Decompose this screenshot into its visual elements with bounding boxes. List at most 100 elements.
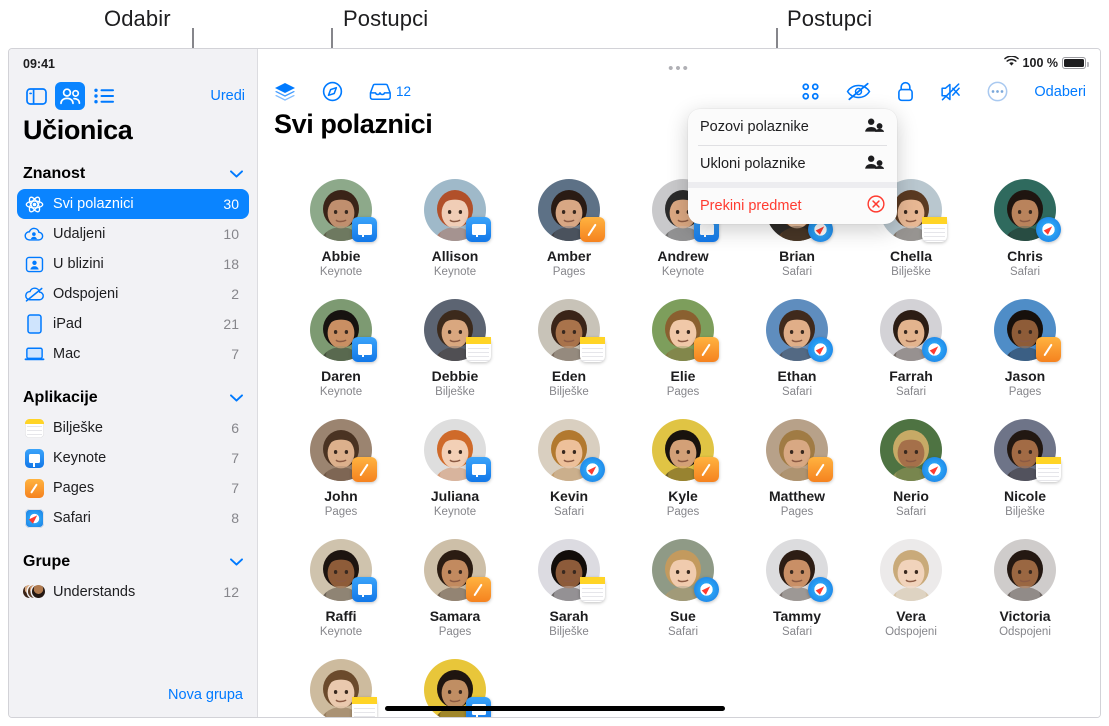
menu-item-pozovi-polaznike[interactable]: Pozovi polaznike — [688, 109, 897, 145]
sidebar-item-svi-polaznici[interactable]: Svi polaznici 30 — [17, 189, 249, 219]
student-card[interactable]: Raffi Keynote — [284, 539, 398, 659]
list-icon[interactable] — [89, 82, 119, 110]
student-card[interactable]: Kevin Safari — [512, 419, 626, 539]
sidebar-section-header-grupe[interactable]: Grupe — [9, 547, 257, 577]
notes-app-icon — [580, 577, 605, 602]
sidebar-item-label: U blizini — [53, 256, 104, 272]
sidebar-item-safari[interactable]: Safari 8 — [17, 503, 249, 533]
student-app-status: Safari — [781, 386, 813, 398]
sidebar-item-understands[interactable]: Understands 12 — [17, 577, 249, 607]
sidebar-item-udaljeni[interactable]: Udaljeni 10 — [17, 219, 249, 249]
avatar-wrap — [880, 539, 942, 601]
inbox-icon[interactable]: 12 — [369, 83, 411, 101]
navigate-icon[interactable] — [322, 81, 343, 102]
student-card[interactable]: Chris Safari — [968, 179, 1082, 299]
student-app-status: Pages — [1008, 386, 1042, 398]
avatar-wrap — [994, 539, 1056, 601]
new-group-button[interactable]: Nova grupa — [168, 687, 243, 703]
student-name: John — [324, 488, 358, 504]
student-card[interactable]: Nicole Bilješke — [968, 419, 1082, 539]
sidebar-item-pages[interactable]: Pages 7 — [17, 473, 249, 503]
select-button[interactable]: Odaberi — [1034, 84, 1086, 100]
avatar-wrap — [424, 299, 491, 362]
sidebar-item-odspojeni[interactable]: Odspojeni 2 — [17, 279, 249, 309]
avatar-wrap — [424, 419, 491, 482]
sidebar-item-ipad[interactable]: iPad 21 — [17, 309, 249, 339]
student-card[interactable]: Victoria Odspojeni — [968, 539, 1082, 659]
student-name: Chella — [889, 248, 932, 264]
student-card[interactable]: Nerio Safari — [854, 419, 968, 539]
menu-item-ukloni-polaznike[interactable]: Ukloni polaznike — [688, 146, 897, 182]
student-app-status: Odspojeni — [885, 626, 937, 638]
student-card[interactable]: Abbie Keynote — [284, 179, 398, 299]
student-card[interactable]: Sue Safari — [626, 539, 740, 659]
student-card[interactable]: Ethan Safari — [740, 299, 854, 419]
avatar-wrap — [652, 299, 719, 362]
mute-icon[interactable] — [940, 82, 961, 102]
people-icon[interactable] — [55, 82, 85, 110]
nearby-icon — [23, 253, 45, 275]
sidebar-item-count: 7 — [231, 480, 239, 496]
student-name: Allison — [431, 248, 479, 264]
notes-app-icon — [922, 217, 947, 242]
student-card[interactable] — [284, 659, 398, 717]
chevron-down-icon[interactable] — [230, 165, 243, 183]
student-app-status: Keynote — [433, 266, 477, 278]
sidebar-item-mac[interactable]: Mac 7 — [17, 339, 249, 369]
pages-app-icon — [694, 457, 719, 482]
menu-item-prekini-predmet[interactable]: Prekini predmet — [688, 188, 897, 224]
layers-icon[interactable] — [274, 82, 296, 102]
grabber-dots-icon[interactable]: ••• — [668, 61, 690, 76]
section-title: Znanost — [23, 165, 86, 182]
sidebar-item-count: 6 — [231, 420, 239, 436]
avatar-wrap — [310, 539, 377, 602]
student-card[interactable]: Eden Bilješke — [512, 299, 626, 419]
menu-item-label: Ukloni polaznike — [700, 156, 806, 172]
student-app-status: Pages — [324, 506, 358, 518]
sidebar-section-header-aplikacije[interactable]: Aplikacije — [9, 383, 257, 413]
chevron-down-icon[interactable] — [230, 553, 243, 571]
student-card[interactable]: Daren Keynote — [284, 299, 398, 419]
student-card[interactable]: John Pages — [284, 419, 398, 539]
student-app-status: Pages — [666, 506, 700, 518]
sidebar-item-label: Odspojeni — [53, 286, 119, 302]
student-card[interactable]: Amber Pages — [512, 179, 626, 299]
student-card[interactable]: Elie Pages — [626, 299, 740, 419]
cloud-slash-icon — [23, 283, 45, 305]
student-app-status: Bilješke — [891, 266, 931, 278]
sidebar-item-keynote[interactable]: Keynote 7 — [17, 443, 249, 473]
student-app-status: Keynote — [433, 506, 477, 518]
student-name: Ethan — [777, 368, 817, 384]
student-card[interactable]: Allison Keynote — [398, 179, 512, 299]
student-app-status: Bilješke — [549, 626, 589, 638]
student-app-status: Bilješke — [1005, 506, 1045, 518]
student-card[interactable]: Vera Odspojeni — [854, 539, 968, 659]
edit-button[interactable]: Uredi — [210, 88, 245, 104]
student-name: Daren — [321, 368, 361, 384]
ipad-screen: 09:41 Uredi Učionica Znanost Svi polazni… — [8, 48, 1101, 718]
lock-icon[interactable] — [897, 81, 914, 102]
sidebar-item-biljeske[interactable]: Bilješke 6 — [17, 413, 249, 443]
student-card[interactable]: Debbie Bilješke — [398, 299, 512, 419]
student-card[interactable]: Kyle Pages — [626, 419, 740, 539]
student-card[interactable]: Jason Pages — [968, 299, 1082, 419]
grid-view-icon[interactable] — [801, 82, 820, 101]
student-card[interactable]: Matthew Pages — [740, 419, 854, 539]
student-app-status: Safari — [1009, 266, 1041, 278]
student-app-status: Safari — [553, 506, 585, 518]
ellipsis-circle-icon[interactable] — [987, 81, 1008, 102]
main-panel: ••• 100 % 12 Odaberi Svi polaznici Pozov… — [258, 49, 1100, 717]
student-card[interactable]: Samara Pages — [398, 539, 512, 659]
wifi-icon — [1003, 55, 1019, 70]
sidebar-section-header-znanost[interactable]: Znanost — [9, 159, 257, 189]
avatar-wrap — [538, 179, 605, 242]
student-card[interactable]: Tammy Safari — [740, 539, 854, 659]
eye-slash-icon[interactable] — [846, 82, 871, 101]
sidebar-toggle-icon[interactable] — [21, 82, 51, 110]
sidebar-item-u-blizini[interactable]: U blizini 18 — [17, 249, 249, 279]
student-card[interactable]: Sarah Bilješke — [512, 539, 626, 659]
student-card[interactable]: Juliana Keynote — [398, 419, 512, 539]
chevron-down-icon[interactable] — [230, 389, 243, 407]
student-card[interactable]: Farrah Safari — [854, 299, 968, 419]
safari-app-icon — [922, 337, 947, 362]
